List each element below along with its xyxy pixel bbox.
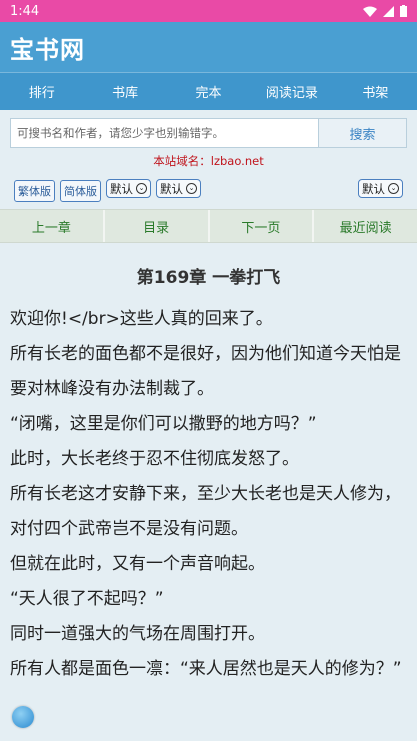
paragraph: “天人很了不起吗？” [10, 589, 164, 609]
chapter-title: 第169章 一拳打飞 [136, 268, 281, 288]
search-input[interactable] [11, 119, 318, 147]
nav-bookshelf[interactable]: 书架 [334, 73, 417, 110]
font-size-select-value: 默认 [110, 181, 133, 196]
prev-chapter-link[interactable]: 上一章 [0, 210, 105, 242]
battery-icon [400, 5, 407, 17]
status-bar: 1:44 [0, 0, 417, 22]
reader-toolbar: 繁体版 简体版 默认 ⌄ 默认 ⌄ 默认 ⌄ [0, 169, 417, 205]
chevron-down-icon: ⌄ [388, 183, 399, 194]
background-select-value: 默认 [362, 181, 385, 196]
domain-notice: 本站域名：lzbao.net [153, 154, 264, 168]
chapter-content: 欢迎你!</br>这些人真的回来了。 所有长老的面色都不是很好，因为他们知道今天… [0, 302, 417, 687]
search-bar: 搜索 [10, 118, 407, 148]
paragraph: 但就在此时，又有一个声音响起。 [10, 554, 265, 574]
signal-icon [383, 5, 394, 17]
status-time: 1:44 [10, 3, 40, 19]
search-area: 搜索 本站域名：lzbao.net [0, 110, 417, 169]
nav-library[interactable]: 书库 [83, 73, 166, 110]
paragraph: 此时，大长老终于忍不住彻底发怒了。 [10, 449, 299, 469]
traditional-button[interactable]: 繁体版 [14, 180, 55, 202]
wifi-icon [363, 6, 377, 17]
paragraph: 欢迎你!</br>这些人真的回来了。 [10, 309, 273, 329]
app-title[interactable]: 宝书网 [0, 22, 417, 72]
main-nav: 排行 书库 完本 阅读记录 书架 [0, 72, 417, 110]
nav-history[interactable]: 阅读记录 [250, 73, 333, 110]
background-select[interactable]: 默认 ⌄ [358, 179, 403, 198]
status-icons [363, 5, 407, 17]
chevron-down-icon: ⌄ [186, 183, 197, 194]
paragraph: 所有长老的面色都不是很好，因为他们知道今天怕是要对林峰没有办法制裁了。 [10, 344, 401, 399]
simplified-button[interactable]: 简体版 [60, 180, 101, 202]
font-size-select[interactable]: 默认 ⌄ [106, 179, 151, 198]
nav-rank[interactable]: 排行 [0, 73, 83, 110]
font-color-select[interactable]: 默认 ⌄ [156, 179, 201, 198]
paragraph: 同时一道强大的气场在周围打开。 [10, 624, 265, 644]
next-page-link[interactable]: 下一页 [210, 210, 315, 242]
floating-ball-button[interactable] [12, 706, 34, 728]
recent-reading-link[interactable]: 最近阅读 [314, 210, 417, 242]
paragraph: 所有长老这才安静下来，至少大长老也是天人修为，对付四个武帝岂不是没有问题。 [10, 484, 401, 539]
font-color-select-value: 默认 [160, 181, 183, 196]
nav-completed[interactable]: 完本 [167, 73, 250, 110]
paragraph: 所有人都是面色一凛：“来人居然也是天人的修为？” [10, 659, 402, 679]
paragraph: “闭嘴，这里是你们可以撒野的地方吗？” [10, 414, 317, 434]
chapter-nav: 上一章 目录 下一页 最近阅读 [0, 209, 417, 243]
table-of-contents-link[interactable]: 目录 [105, 210, 210, 242]
search-button[interactable]: 搜索 [318, 119, 406, 147]
chevron-down-icon: ⌄ [136, 183, 147, 194]
